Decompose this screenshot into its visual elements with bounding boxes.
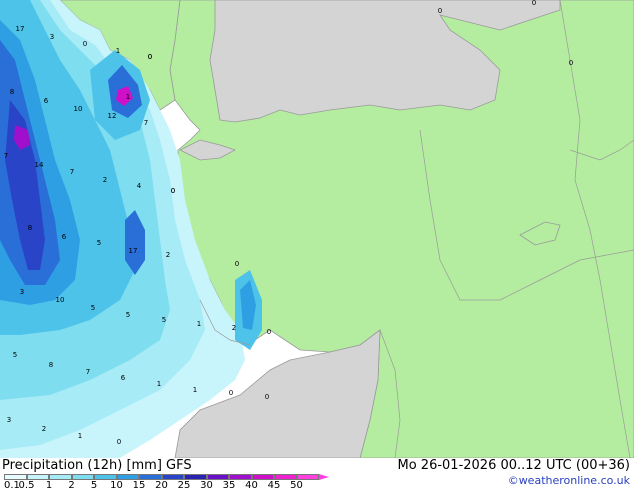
map-value-label: 5 [90, 304, 96, 312]
legend-label: 50 [290, 480, 303, 491]
map-value-label: 5 [96, 239, 102, 247]
map-value-label: 10 [73, 105, 83, 113]
map-value-label: 17 [128, 247, 138, 255]
map-value-label: 1 [125, 93, 131, 101]
map-value-label: 1 [156, 380, 162, 388]
map-title: Precipitation (12h) [mm] GFS [2, 458, 192, 473]
map-value-label: 3 [19, 288, 25, 296]
map-value-label: 1 [115, 47, 121, 55]
legend-label: 10 [110, 480, 123, 491]
map-value-label: 2 [102, 176, 108, 184]
map-value-label: 2 [165, 251, 171, 259]
map-value-label: 0 [437, 7, 443, 15]
map-value-label: 0 [234, 260, 240, 268]
map-value-label: 8 [48, 361, 54, 369]
map-value-label: 8 [27, 224, 33, 232]
map-value-label: 0 [82, 40, 88, 48]
map-value-label: 6 [61, 233, 67, 241]
map-value-label: 6 [43, 97, 49, 105]
map-value-label: 0 [568, 59, 574, 67]
map-value-label: 0 [116, 438, 122, 446]
valid-time: Mo 26-01-2026 00..12 UTC (00+36) [397, 458, 631, 473]
map-value-label: 5 [161, 316, 167, 324]
map-canvas [0, 0, 634, 458]
legend-arrow [319, 474, 329, 480]
map-value-label: 3 [49, 33, 55, 41]
map-value-label: 8 [9, 88, 15, 96]
map-value-label: 12 [107, 112, 117, 120]
map-value-label: 7 [143, 119, 149, 127]
map-value-label: 5 [12, 351, 18, 359]
legend-label: 2 [68, 480, 75, 491]
map-footer: Precipitation (12h) [mm] GFS Mo 26-01-20… [0, 458, 634, 491]
map-value-label: 0 [170, 187, 176, 195]
map-value-label: 14 [34, 161, 44, 169]
map-value-label: 17 [15, 25, 25, 33]
map-value-label: 0 [266, 328, 272, 336]
legend-label: 40 [245, 480, 258, 491]
map-value-label: 7 [69, 168, 75, 176]
map-value-label: 7 [3, 152, 9, 160]
map-value-label: 2 [41, 425, 47, 433]
map-value-label: 10 [55, 296, 65, 304]
legend-label: 45 [267, 480, 281, 491]
map-value-label: 4 [136, 182, 142, 190]
map-value-label: 0 [147, 53, 153, 61]
map-value-label: 1 [77, 432, 83, 440]
map-value-label: 7 [85, 368, 91, 376]
map-value-label: 3 [6, 416, 12, 424]
map-value-label: 0 [228, 389, 234, 397]
map-value-label: 0 [264, 393, 270, 401]
map-value-label: 1 [196, 320, 202, 328]
map-value-label: 1 [192, 386, 198, 394]
map-value-label: 2 [231, 324, 237, 332]
map-value-label: 6 [120, 374, 126, 382]
legend-label: 25 [177, 480, 191, 491]
legend-label: 5 [90, 480, 98, 491]
map-value-label: 0 [531, 0, 537, 7]
legend-label: 15 [132, 480, 146, 491]
legend-label: 0.1 [4, 480, 20, 491]
map-value-label: 5 [125, 311, 131, 319]
legend-label: 0.5 [18, 480, 35, 491]
legend-label: 20 [155, 480, 168, 491]
precipitation-map: 17 3 0 1 0 8 6 10 1 12 7 7 14 7 2 4 0 0 8 6 5 17 2 3 10 5 5 5 1 2 0 0 5 8… [0, 0, 634, 458]
credit-link[interactable]: ©weatheronline.co.uk [508, 474, 630, 487]
legend-label: 30 [200, 480, 213, 491]
legend-label: 1 [45, 480, 53, 491]
legend-label: 35 [222, 480, 236, 491]
